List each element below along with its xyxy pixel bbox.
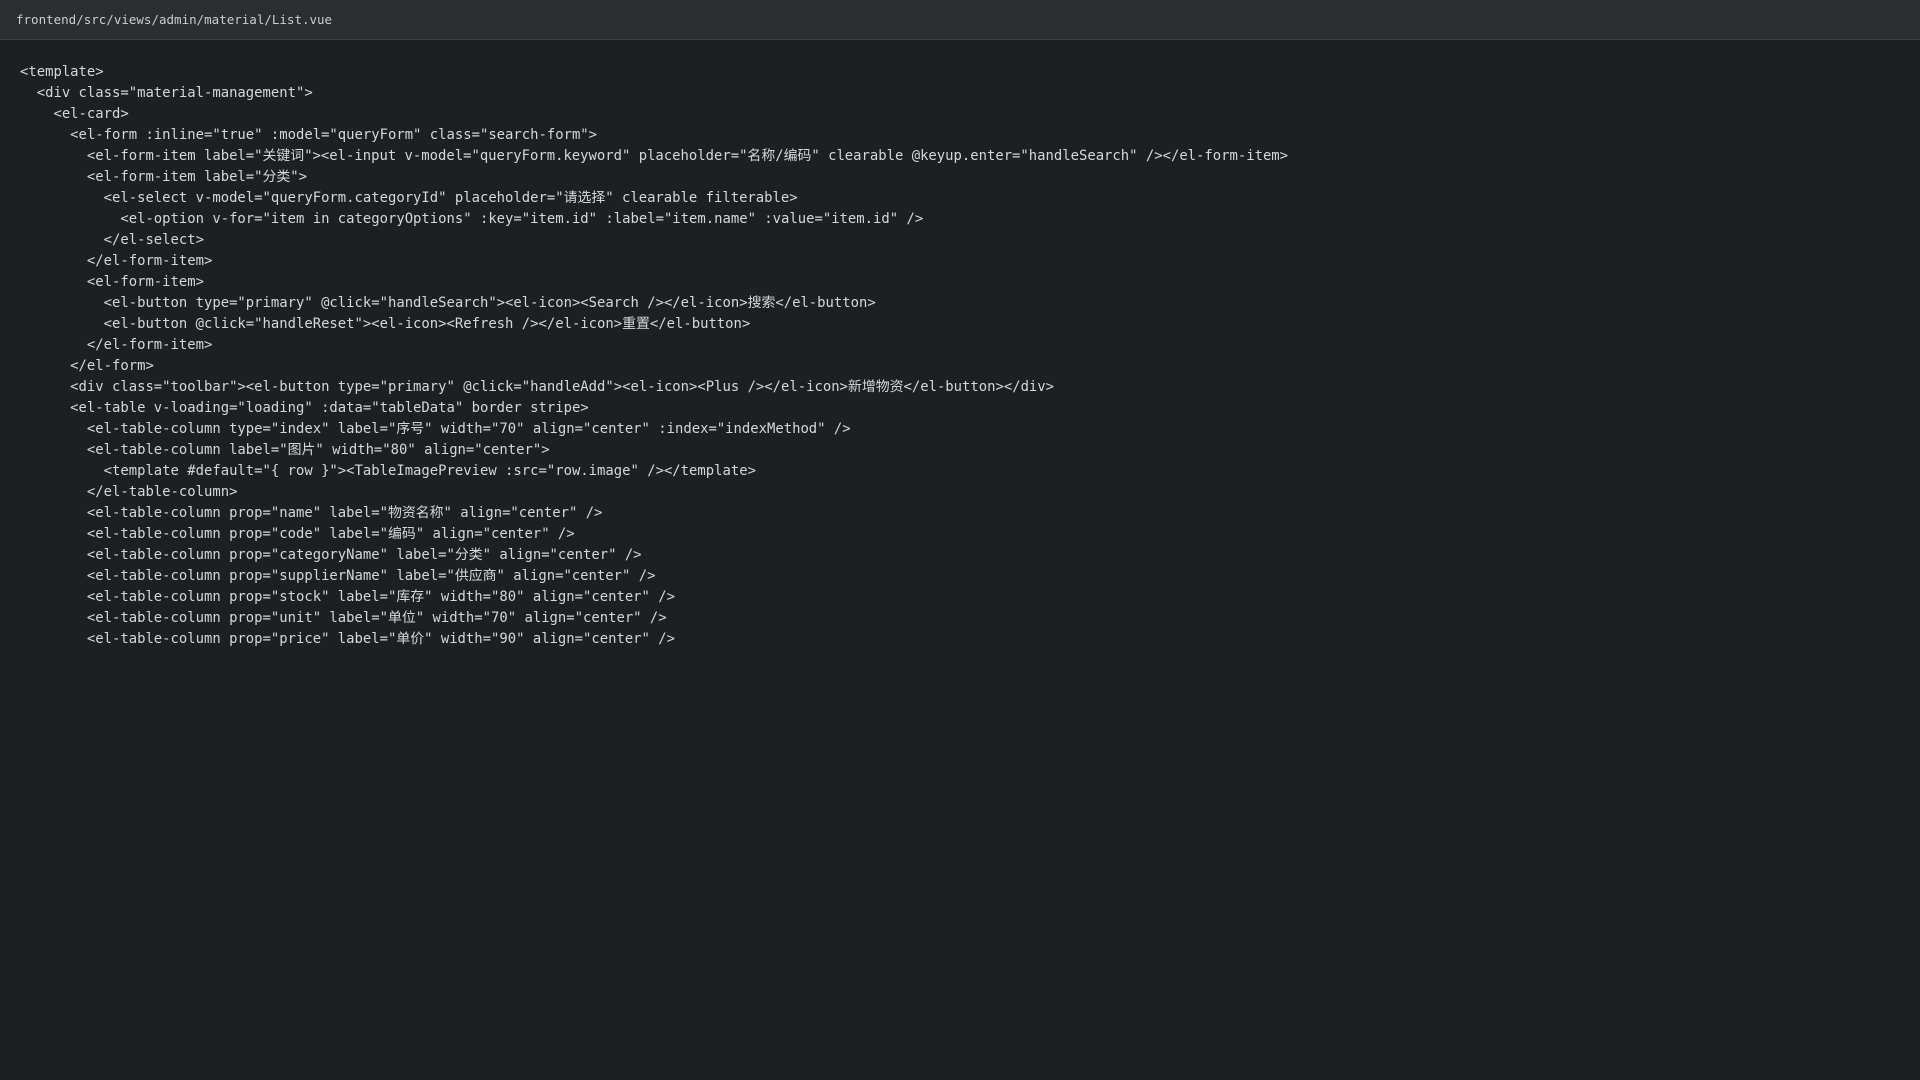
code-line-6[interactable]: <el-form-item label="分类">: [20, 167, 1920, 188]
code-editor[interactable]: <template> <div class="material-manageme…: [0, 40, 1920, 1080]
code-line-17[interactable]: <el-table v-loading="loading" :data="tab…: [20, 398, 1920, 419]
code-line-24[interactable]: <el-table-column prop="categoryName" lab…: [20, 545, 1920, 566]
code-line-21[interactable]: </el-table-column>: [20, 482, 1920, 503]
file-tab-bar: frontend/src/views/admin/material/List.v…: [0, 0, 1920, 40]
code-line-27[interactable]: <el-table-column prop="unit" label="单位" …: [20, 608, 1920, 629]
code-line-3[interactable]: <el-card>: [20, 104, 1920, 125]
code-line-14[interactable]: </el-form-item>: [20, 335, 1920, 356]
code-line-18[interactable]: <el-table-column type="index" label="序号"…: [20, 419, 1920, 440]
code-line-11[interactable]: <el-form-item>: [20, 272, 1920, 293]
code-line-4[interactable]: <el-form :inline="true" :model="queryFor…: [20, 125, 1920, 146]
code-line-20[interactable]: <template #default="{ row }"><TableImage…: [20, 461, 1920, 482]
code-line-7[interactable]: <el-select v-model="queryForm.categoryId…: [20, 188, 1920, 209]
code-line-25[interactable]: <el-table-column prop="supplierName" lab…: [20, 566, 1920, 587]
code-line-26[interactable]: <el-table-column prop="stock" label="库存"…: [20, 587, 1920, 608]
code-line-8[interactable]: <el-option v-for="item in categoryOption…: [20, 209, 1920, 230]
code-line-5[interactable]: <el-form-item label="关键词"><el-input v-mo…: [20, 146, 1920, 167]
code-line-16[interactable]: <div class="toolbar"><el-button type="pr…: [20, 377, 1920, 398]
code-line-28[interactable]: <el-table-column prop="price" label="单价"…: [20, 629, 1920, 650]
code-line-23[interactable]: <el-table-column prop="code" label="编码" …: [20, 524, 1920, 545]
code-line-13[interactable]: <el-button @click="handleReset"><el-icon…: [20, 314, 1920, 335]
editor-window: frontend/src/views/admin/material/List.v…: [0, 0, 1920, 1080]
code-line-9[interactable]: </el-select>: [20, 230, 1920, 251]
code-line-12[interactable]: <el-button type="primary" @click="handle…: [20, 293, 1920, 314]
file-path-label[interactable]: frontend/src/views/admin/material/List.v…: [16, 12, 332, 27]
code-line-1[interactable]: <template>: [20, 62, 1920, 83]
code-line-10[interactable]: </el-form-item>: [20, 251, 1920, 272]
code-line-19[interactable]: <el-table-column label="图片" width="80" a…: [20, 440, 1920, 461]
code-line-15[interactable]: </el-form>: [20, 356, 1920, 377]
code-line-22[interactable]: <el-table-column prop="name" label="物资名称…: [20, 503, 1920, 524]
code-line-2[interactable]: <div class="material-management">: [20, 83, 1920, 104]
